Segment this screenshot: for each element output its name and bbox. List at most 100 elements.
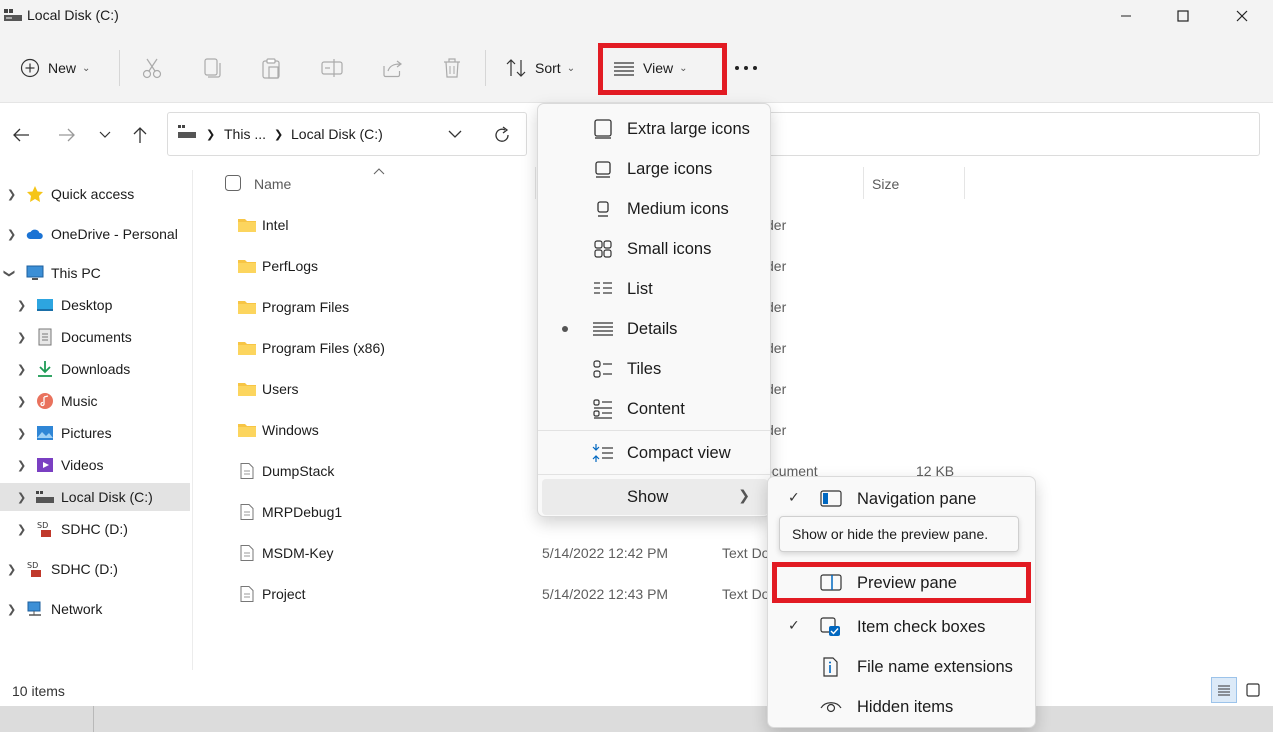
chevron-right-icon[interactable]: ❯ (17, 363, 26, 376)
column-header-size[interactable]: Size (872, 176, 899, 192)
sidebar-item-music[interactable]: ❯ Music (0, 387, 190, 415)
address-bar[interactable]: ❯ This ... ❯ Local Disk (C:) (167, 112, 527, 156)
chevron-right-icon[interactable]: ❯ (17, 523, 26, 536)
menu-item-medium-icons[interactable]: Medium icons (542, 191, 768, 227)
chevron-right-icon[interactable]: ❯ (7, 188, 16, 201)
submenu-item-hidden-items[interactable]: Hidden items (772, 689, 1033, 725)
address-segment[interactable]: Local Disk (C:) (291, 126, 383, 142)
search-box[interactable] (768, 112, 1260, 156)
back-button[interactable] (7, 121, 35, 149)
sidebar-item-label: Music (61, 393, 98, 409)
chevron-down-icon[interactable]: ❯ (3, 268, 16, 277)
select-all-checkbox[interactable] (225, 175, 241, 191)
file-name: Users (262, 381, 299, 397)
menu-item-label: Large icons (627, 160, 713, 178)
forward-button[interactable] (53, 121, 81, 149)
arrow-up-icon (133, 127, 147, 143)
sidebar-item-local-disk[interactable]: ❯ Local Disk (C:) (0, 483, 190, 511)
column-divider[interactable] (863, 167, 864, 199)
menu-item-extra-large-icons[interactable]: Extra large icons (542, 111, 768, 147)
close-button[interactable] (1213, 0, 1271, 32)
chevron-down-icon: ⌄ (82, 62, 91, 74)
chevron-down-icon (99, 131, 111, 138)
sort-button[interactable]: Sort ⌄ (505, 44, 575, 92)
sidebar-item-label: Documents (61, 329, 132, 345)
chevron-right-icon[interactable]: ❯ (7, 603, 16, 616)
list-view-icon (594, 282, 612, 294)
sidebar-item-documents[interactable]: ❯ Documents (0, 323, 190, 351)
svg-text:SD: SD (27, 561, 38, 570)
chevron-right-icon[interactable]: ❯ (7, 563, 16, 576)
sidebar-item-onedrive[interactable]: ❯ OneDrive - Personal (0, 220, 190, 248)
status-bar: 10 items (0, 678, 1273, 706)
submenu-item-file-name-extensions[interactable]: File name extensions (772, 649, 1033, 685)
maximize-button[interactable] (1154, 0, 1212, 32)
submenu-item-navigation-pane[interactable]: ✓ Navigation pane (772, 481, 1033, 517)
menu-item-compact-view[interactable]: Compact view (542, 435, 768, 471)
sidebar-item-downloads[interactable]: ❯ Downloads (0, 355, 190, 383)
paste-button[interactable] (261, 44, 281, 92)
file-name: DumpStack (262, 463, 335, 479)
rename-button[interactable] (321, 44, 343, 92)
menu-item-list[interactable]: List (542, 271, 768, 307)
address-segment[interactable]: This ... (224, 126, 266, 142)
chevron-right-icon[interactable]: ❯ (17, 331, 26, 344)
chevron-right-icon[interactable]: ❯ (17, 299, 26, 312)
new-button[interactable]: New ⌄ (20, 44, 90, 92)
file-icon (240, 545, 254, 561)
details-view-icon (593, 322, 613, 336)
sidebar-item-pictures[interactable]: ❯ Pictures (0, 419, 190, 447)
chevron-right-icon[interactable]: ❯ (7, 228, 16, 241)
scissors-icon (142, 58, 162, 79)
large-icons-view-toggle[interactable] (1240, 677, 1266, 703)
file-extension-icon (823, 657, 838, 677)
sidebar-item-sdhc[interactable]: ❯ SD SDHC (D:) (0, 515, 190, 543)
submenu-item-item-check-boxes[interactable]: ✓ Item check boxes (772, 609, 1033, 645)
delete-button[interactable] (442, 44, 462, 92)
menu-item-details[interactable]: Details (542, 311, 768, 347)
menu-item-large-icons[interactable]: Large icons (542, 151, 768, 187)
details-view-toggle[interactable] (1211, 677, 1237, 703)
menu-item-show[interactable]: Show ❯ (542, 479, 768, 515)
more-options-button[interactable] (734, 44, 758, 92)
sidebar-item-network[interactable]: ❯ Network (0, 595, 190, 623)
folder-icon (238, 424, 256, 437)
chevron-down-icon[interactable] (448, 130, 462, 139)
cut-button[interactable] (142, 44, 162, 92)
cloud-icon (26, 229, 43, 239)
chevron-right-icon[interactable]: ❯ (17, 427, 26, 440)
arrow-left-icon (13, 128, 29, 142)
sidebar-item-label: Videos (61, 457, 104, 473)
sidebar-item-sdhc-root[interactable]: ❯ SD SDHC (D:) (0, 555, 190, 583)
sidebar-item-videos[interactable]: ❯ Videos (0, 451, 190, 479)
sidebar-item-this-pc[interactable]: ❯ This PC (0, 259, 190, 287)
sort-label: Sort (535, 60, 561, 76)
minimize-button[interactable] (1097, 0, 1155, 32)
chevron-right-icon[interactable]: ❯ (17, 491, 26, 504)
sidebar-item-label: Desktop (61, 297, 113, 313)
menu-item-small-icons[interactable]: Small icons (542, 231, 768, 267)
menu-item-tiles[interactable]: Tiles (542, 351, 768, 387)
menu-item-content[interactable]: Content (542, 391, 768, 427)
sidebar-item-quick-access[interactable]: ❯ Quick access (0, 180, 190, 208)
svg-text:SD: SD (37, 521, 48, 530)
column-header-name[interactable]: Name (254, 176, 291, 192)
column-divider[interactable] (535, 167, 536, 199)
chevron-right-icon: ❯ (206, 129, 216, 141)
preview-pane-highlight-box (772, 562, 1031, 603)
recent-locations-button[interactable] (91, 121, 119, 149)
chevron-right-icon[interactable]: ❯ (17, 395, 26, 408)
large-icons-icon (595, 161, 611, 178)
column-divider[interactable] (964, 167, 965, 199)
details-view-icon (1218, 685, 1230, 696)
folder-icon (238, 219, 256, 232)
video-icon (37, 458, 53, 472)
up-button[interactable] (126, 121, 154, 149)
background-divider (93, 706, 94, 732)
copy-button[interactable] (202, 44, 222, 92)
chevron-right-icon[interactable]: ❯ (17, 459, 26, 472)
sidebar-item-label: Pictures (61, 425, 112, 441)
sidebar-item-desktop[interactable]: ❯ Desktop (0, 291, 190, 319)
refresh-icon[interactable] (493, 126, 511, 144)
share-button[interactable] (382, 44, 404, 92)
